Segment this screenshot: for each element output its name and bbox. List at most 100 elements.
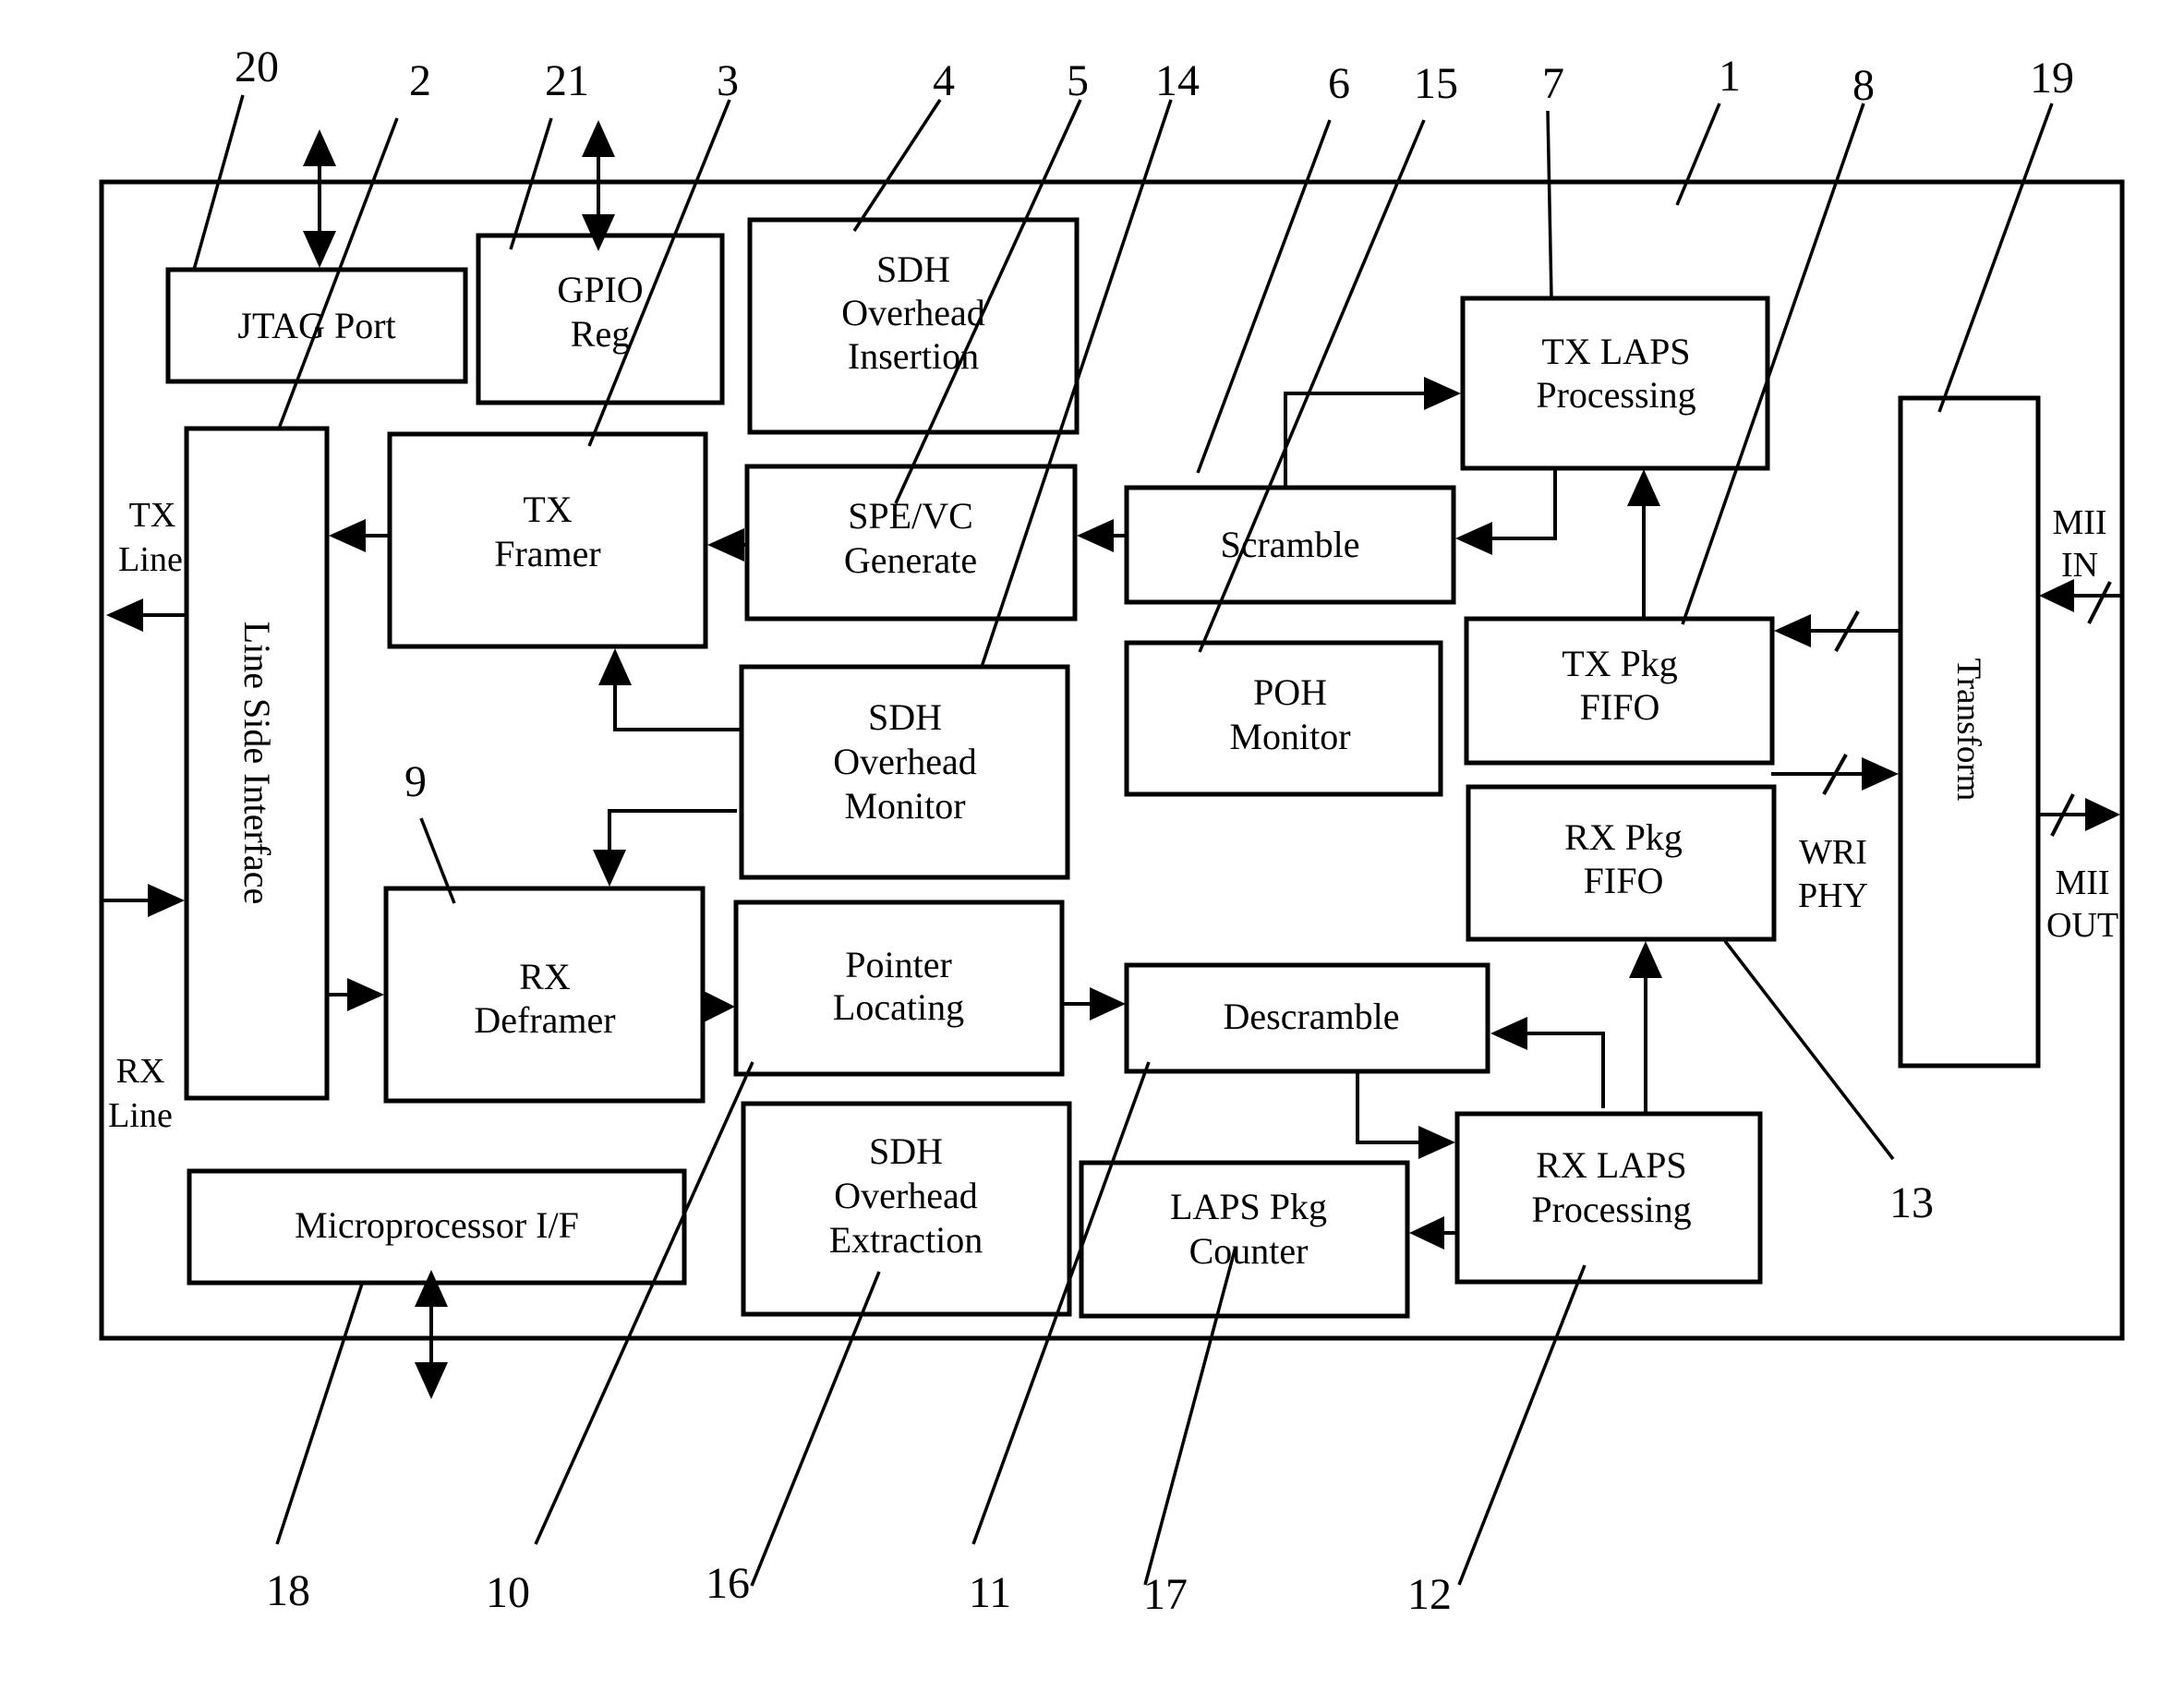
ohmon-rxdeframer-wire bbox=[608, 809, 737, 864]
sdh-overhead-insertion-line3: Insertion bbox=[848, 335, 979, 377]
scramble-block: Scramble bbox=[1124, 485, 1456, 605]
sdh-overhead-monitor-block: SDH Overhead Monitor bbox=[739, 664, 1070, 880]
rxfifo-transform-arrow-icon bbox=[1862, 757, 1899, 791]
ref-14: 14 bbox=[1155, 56, 1200, 105]
leader-6 bbox=[1196, 119, 1332, 474]
mii-in-label-line1: MII bbox=[2052, 503, 2106, 542]
leader-12 bbox=[1457, 1264, 1587, 1586]
laps-pkg-counter-line2: Counter bbox=[1189, 1230, 1309, 1272]
rx-laps-processing-block: RX LAPS Processing bbox=[1454, 1111, 1763, 1285]
leader-4 bbox=[852, 99, 942, 232]
sdh-overhead-insertion-line2: Overhead bbox=[841, 292, 984, 333]
jtag-arrow-down-icon bbox=[303, 231, 336, 268]
sdh-overhead-insertion-line1: SDH bbox=[876, 248, 950, 290]
ref-18: 18 bbox=[266, 1566, 310, 1615]
jtag-arrow-up-icon bbox=[303, 129, 336, 166]
tx-pkg-fifo-block: TX Pkg FIFO bbox=[1464, 616, 1775, 766]
scramble-label: Scramble bbox=[1220, 524, 1359, 565]
line-side-interface-label: Line Side Interface bbox=[236, 622, 278, 905]
descramble-label: Descramble bbox=[1223, 996, 1399, 1037]
ref-7: 7 bbox=[1542, 59, 1564, 108]
mii-out-arrow-icon bbox=[2085, 798, 2120, 831]
tx-line-arrow-icon bbox=[106, 598, 143, 632]
sdh-overhead-extraction-line3: Extraction bbox=[829, 1219, 983, 1261]
ref-15: 15 bbox=[1414, 59, 1458, 108]
ref-11: 11 bbox=[969, 1568, 1011, 1617]
gpio-reg-label-line2: Reg bbox=[571, 313, 630, 355]
tx-framer-line1: TX bbox=[523, 489, 572, 530]
rx-deframer-block: RX Deframer bbox=[383, 886, 706, 1104]
ref-17: 17 bbox=[1143, 1570, 1188, 1619]
ohmon-txframer-arrow-icon bbox=[598, 648, 632, 685]
descramble-block: Descramble bbox=[1124, 962, 1490, 1074]
rx-deframer-line1: RX bbox=[519, 956, 571, 997]
ref-19: 19 bbox=[2030, 54, 2074, 103]
ohmon-rxdeframer-arrow-icon bbox=[593, 850, 626, 887]
sdh-overhead-extraction-line1: SDH bbox=[869, 1130, 943, 1172]
transform-block: Transform bbox=[1898, 395, 2041, 1069]
spe-vc-generate-block: SPE/VC Generate bbox=[744, 464, 1078, 622]
mii-in-arrow-icon bbox=[2039, 579, 2074, 612]
line-side-interface-block: Line Side Interface bbox=[184, 426, 330, 1101]
tx-laps-processing-block: TX LAPS Processing bbox=[1460, 296, 1770, 471]
spe-vc-generate-line1: SPE/VC bbox=[848, 495, 973, 537]
rx-pkg-fifo-line1: RX Pkg bbox=[1564, 816, 1683, 858]
ref-3: 3 bbox=[717, 56, 739, 105]
poh-monitor-line2: Monitor bbox=[1229, 716, 1350, 757]
pointer-locating-line1: Pointer bbox=[845, 944, 952, 985]
leader-16 bbox=[750, 1271, 881, 1587]
mii-in-label-line2: IN bbox=[2061, 546, 2098, 585]
ref-2: 2 bbox=[409, 56, 431, 105]
pointer-locating-block: Pointer Locating bbox=[733, 900, 1065, 1077]
scramble-txlaps-arrow-icon bbox=[1424, 377, 1461, 410]
tx-laps-processing-line1: TX LAPS bbox=[1541, 331, 1690, 372]
ref-1: 1 bbox=[1719, 52, 1741, 101]
sdh-overhead-extraction-line2: Overhead bbox=[834, 1175, 977, 1216]
rx-pkg-fifo-block: RX Pkg FIFO bbox=[1466, 784, 1777, 942]
ref-6: 6 bbox=[1328, 59, 1350, 108]
rx-laps-processing-line1: RX LAPS bbox=[1536, 1144, 1686, 1186]
scramble-spevc-arrow-icon bbox=[1077, 519, 1114, 552]
descramble-rxlaps-arrow-icon bbox=[1418, 1126, 1455, 1159]
wri-phy-label-line1: WRI bbox=[1799, 833, 1867, 872]
microprocessor-if-label: Microprocessor I/F bbox=[295, 1204, 579, 1246]
rx-line-label-line2: Line bbox=[108, 1096, 173, 1135]
spe-vc-generate-line2: Generate bbox=[844, 539, 977, 581]
rxlaps-counter-arrow-icon bbox=[1409, 1216, 1444, 1250]
rxlaps-descramble-wire bbox=[1514, 1032, 1605, 1108]
transform-txfifo-arrow-icon bbox=[1774, 614, 1811, 647]
tx-pkg-fifo-line2: FIFO bbox=[1580, 686, 1660, 728]
poh-monitor-block: POH Monitor bbox=[1124, 640, 1443, 797]
laps-pkg-counter-block: LAPS Pkg Counter bbox=[1079, 1160, 1410, 1319]
microprocessor-if-block: Microprocessor I/F bbox=[187, 1168, 687, 1286]
ref-9: 9 bbox=[404, 757, 427, 806]
sdh-overhead-extraction-block: SDH Overhead Extraction bbox=[741, 1101, 1072, 1317]
mii-out-label-line1: MII bbox=[2055, 864, 2109, 902]
txlaps-scramble-arrow-icon bbox=[1455, 522, 1492, 555]
rx-line-label-line1: RX bbox=[116, 1052, 165, 1091]
microprocessor-arrow-down-icon bbox=[415, 1362, 448, 1399]
rx-line-arrow-icon bbox=[148, 884, 185, 917]
mii-out-label-line2: OUT bbox=[2046, 906, 2118, 945]
gpio-reg-block: GPIO Reg bbox=[476, 233, 725, 405]
sdh-overhead-monitor-line2: Overhead bbox=[833, 741, 976, 782]
ref-8: 8 bbox=[1852, 61, 1875, 110]
block-diagram: JTAG Port GPIO Reg SDH Overhead Insertio… bbox=[99, 42, 2125, 1619]
tx-framer-line2: Framer bbox=[494, 533, 601, 574]
spevc-txframer-arrow-icon bbox=[707, 528, 744, 562]
ref-13: 13 bbox=[1889, 1178, 1934, 1227]
leader-19 bbox=[1937, 103, 2054, 413]
leader-18 bbox=[275, 1280, 365, 1545]
ref-12: 12 bbox=[1407, 1570, 1452, 1619]
rxdeframer-pointer-arrow-icon bbox=[702, 990, 735, 1023]
txfifo-txlaps-arrow-icon bbox=[1627, 469, 1660, 506]
ref-21: 21 bbox=[545, 56, 589, 105]
gpio-arrow-up-icon bbox=[582, 120, 615, 157]
lsi-rxdeframer-arrow-icon bbox=[347, 978, 384, 1011]
laps-pkg-counter-line1: LAPS Pkg bbox=[1170, 1186, 1327, 1227]
ref-20: 20 bbox=[235, 42, 279, 91]
transform-label: Transform bbox=[1949, 658, 1987, 802]
rxlaps-rxfifo-arrow-icon bbox=[1629, 941, 1662, 978]
wri-phy-label-line2: PHY bbox=[1798, 876, 1868, 915]
tx-laps-processing-line2: Processing bbox=[1536, 374, 1695, 416]
